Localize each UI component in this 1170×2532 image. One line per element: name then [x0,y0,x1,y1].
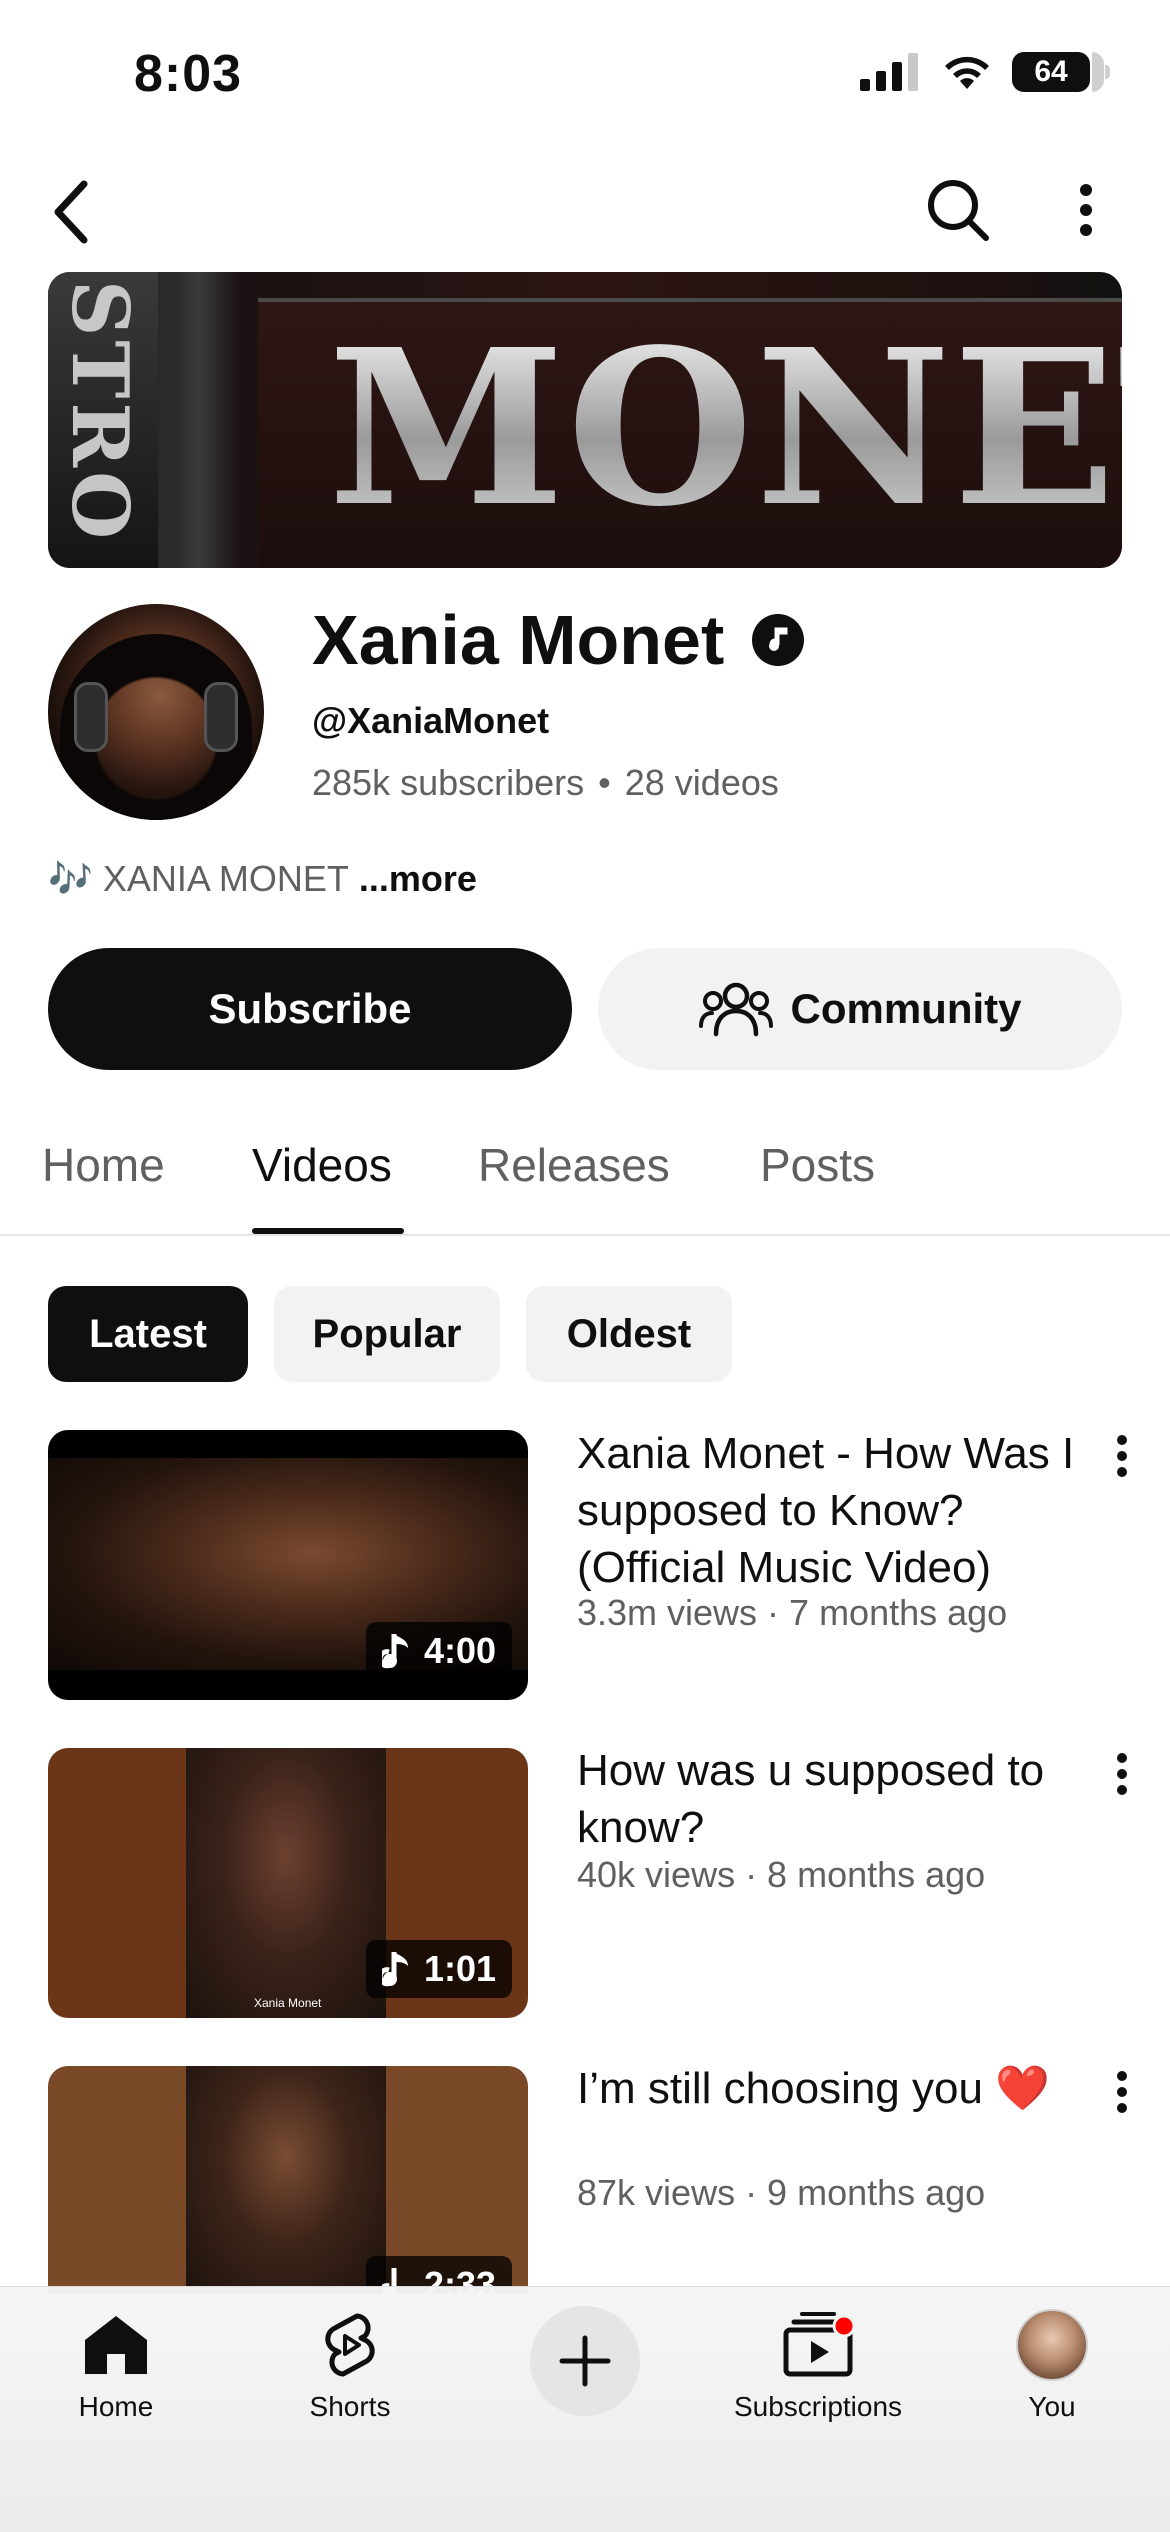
video-meta: 40k views · 8 months ago [577,1854,986,1895]
video-thumbnail[interactable]: Xania Monet 1:01 [48,1748,528,2018]
tab-releases[interactable]: Releases [478,1138,670,1192]
subscriber-count: 285k subscribers [312,762,585,803]
more-vertical-icon [1117,1435,1127,1477]
channel-name-text: Xania Monet [312,601,725,679]
video-thumbnail[interactable]: 4:00 [48,1430,528,1700]
music-note-icon [381,1952,408,1987]
chip-latest[interactable]: Latest [48,1286,248,1382]
chip-oldest[interactable]: Oldest [526,1286,732,1382]
music-notes-icon: 🎶 [48,858,93,899]
more-options-button[interactable] [1058,170,1114,250]
thumbnail-caption: Xania Monet [254,1996,322,2010]
duration-text: 4:00 [423,1630,496,1671]
channel-stats: 285k subscribers • 28 videos [312,762,779,804]
thumbnail-image [186,2066,386,2294]
nav-you[interactable]: You [942,2303,1162,2423]
channel-description[interactable]: 🎶 XANIA MONET ...more [48,858,477,900]
avatar-headphone-right [204,682,238,752]
active-tab-indicator [252,1228,404,1234]
channel-tabs: Home Videos Releases Posts [0,1120,1170,1236]
more-vertical-icon [1080,184,1092,236]
shorts-icon-wrap [321,2303,379,2387]
video-meta: 87k views · 9 months ago [577,2172,986,2213]
banner-word: MONET [328,322,1122,536]
subscriptions-icon [783,2312,854,2377]
video-thumbnail[interactable]: 2:33 [48,2066,528,2294]
video-more-button[interactable] [1100,1744,1144,1804]
plus-icon [559,2335,611,2387]
music-note-icon [381,1634,408,1669]
banner-side-panel: STRO [48,272,158,568]
more-vertical-icon [1117,2071,1127,2113]
top-navigation [0,160,1170,260]
nav-shorts[interactable]: Shorts [240,2303,460,2423]
video-title[interactable]: I’m still choosing you ❤️ [577,2060,1097,2117]
duration-badge: 1:01 [365,1940,512,1998]
duration-badge: 4:00 [365,1622,512,1680]
nav-home-label: Home [78,2391,154,2422]
tab-home[interactable]: Home [42,1138,165,1192]
wifi-icon [945,56,989,89]
back-button[interactable] [40,172,104,252]
status-bar: 8:03 64 [0,0,1170,150]
tab-videos[interactable]: Videos [252,1138,392,1192]
status-time: 8:03 [134,45,243,103]
subscribe-button[interactable]: Subscribe [48,948,572,1070]
battery-icon: 64 [1012,52,1110,92]
chip-popular[interactable]: Popular [274,1286,500,1382]
home-icon-wrap [83,2303,149,2387]
description-text: XANIA MONET [102,858,349,899]
nav-home[interactable]: Home [6,2303,226,2423]
more-vertical-icon [1117,1753,1127,1795]
nav-subscriptions-label: Subscriptions [733,2391,903,2422]
tab-posts[interactable]: Posts [760,1138,875,1192]
video-title[interactable]: How was u supposed to know? [577,1742,1097,1856]
nav-you-label: You [1028,2391,1076,2422]
subscriptions-icon-wrap [782,2303,854,2387]
video-title[interactable]: Xania Monet - How Was I supposed to Know… [577,1425,1097,1596]
stats-separator: • [598,762,611,803]
video-more-button[interactable] [1100,2062,1144,2122]
search-icon [928,180,989,241]
video-meta: 3.3m views · 7 months ago [577,1592,1008,1633]
channel-avatar[interactable] [48,604,264,820]
create-button[interactable] [530,2306,640,2416]
more-link[interactable]: ...more [359,858,477,900]
thumbnail-image [186,1748,386,2018]
verified-music-icon [752,614,805,666]
channel-name: Xania Monet [312,600,805,680]
shorts-icon [325,2313,375,2377]
community-icon [698,982,773,1037]
nav-subscriptions[interactable]: Subscriptions [708,2303,928,2423]
nav-shorts-label: Shorts [309,2391,391,2422]
home-icon [85,2316,147,2374]
user-avatar [1016,2309,1088,2381]
channel-banner: STRO MONET [48,272,1122,568]
video-count: 28 videos [624,762,779,803]
community-button[interactable]: Community [598,948,1122,1070]
channel-handle: @XaniaMonet [312,700,550,741]
chevron-left-icon [54,180,88,244]
avatar-headphone-left [74,682,108,752]
you-avatar-wrap [1016,2303,1088,2387]
status-icons: 64 [860,52,1110,92]
banner-side-text: STRO [54,280,145,544]
cellular-signal-icon [860,53,918,91]
duration-text: 1:01 [423,1948,496,1989]
video-more-button[interactable] [1100,1426,1144,1486]
community-label: Community [790,985,1022,1032]
search-button[interactable] [918,170,998,250]
